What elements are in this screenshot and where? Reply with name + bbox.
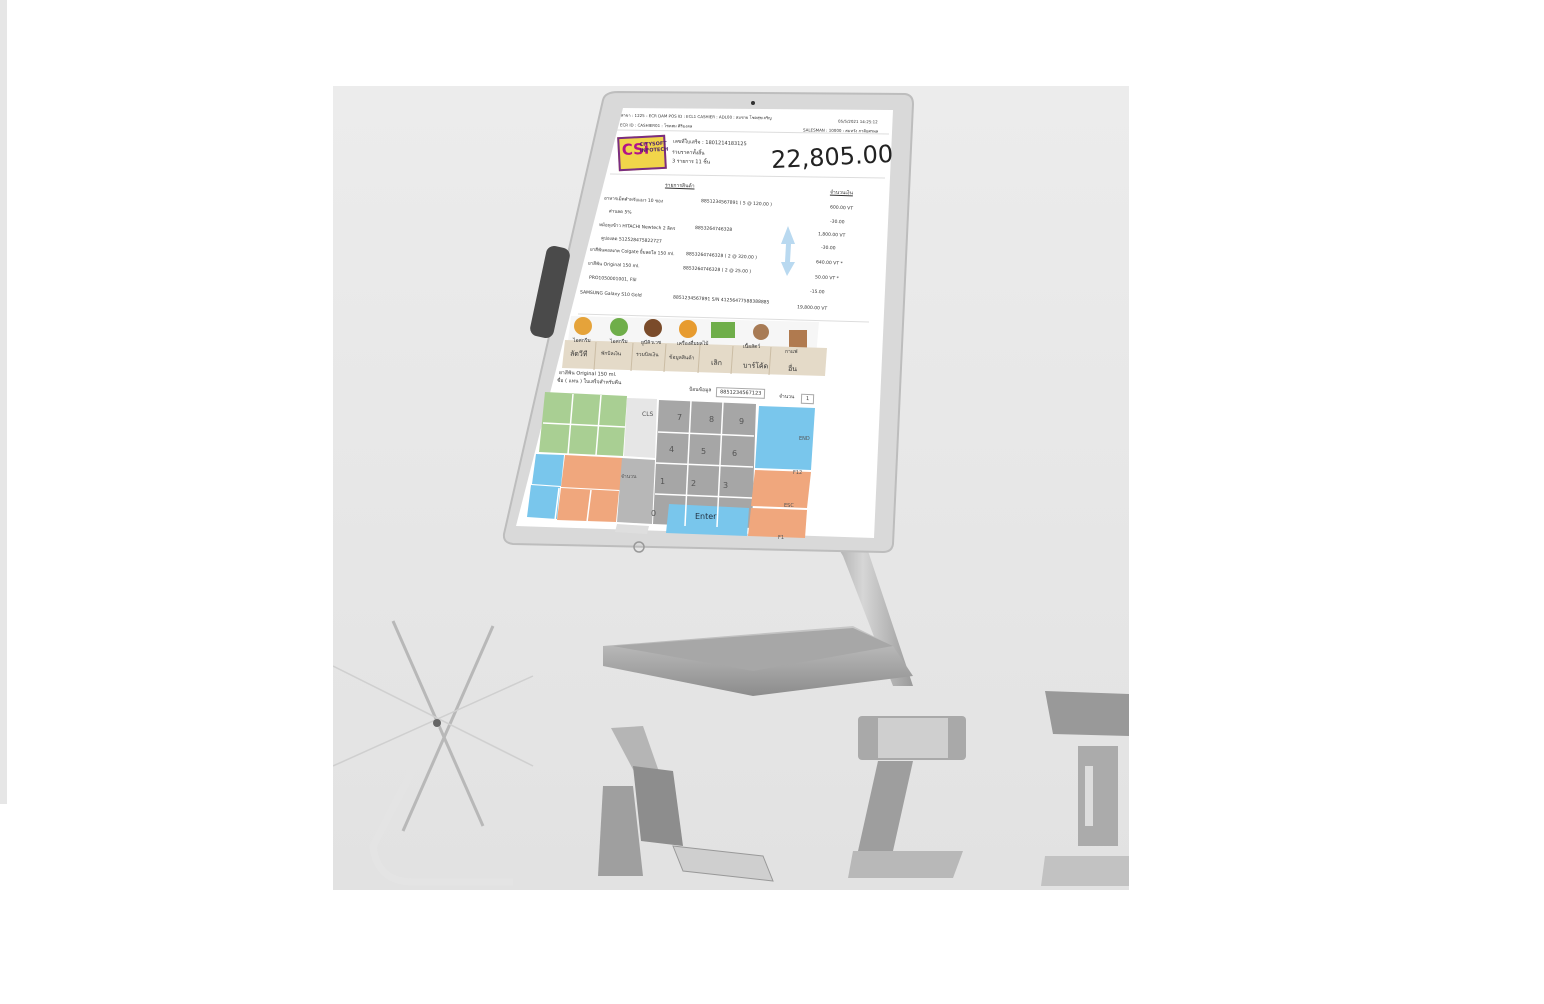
header-date: 05/5/2021 14:25:12	[837, 118, 878, 125]
line-amount: 50.00 VT *	[814, 275, 839, 282]
line-amount: 1,800.00 VT	[817, 232, 846, 239]
pos-ui: สาขา : 1225 - ECR DAM POS ID : ECL1 CASH…	[333, 86, 1129, 890]
key-esc[interactable]: ESC	[784, 503, 794, 509]
key-6[interactable]: 6	[732, 449, 737, 458]
barcode-input[interactable]: 8851234567123	[715, 387, 766, 399]
key-end[interactable]: END	[799, 436, 810, 442]
key-8[interactable]: 8	[709, 415, 714, 424]
total-label: รวมราคาทั้งสิ้น	[671, 149, 705, 157]
barcode-label: ป้อนข้อมูล	[688, 386, 712, 394]
category-item[interactable]: เนื้อสัตว์	[743, 343, 760, 351]
line-amount: 600.00 VT	[829, 205, 854, 212]
key-4[interactable]: 4	[669, 445, 674, 454]
category-item[interactable]: กาแฟ	[785, 348, 798, 356]
line-amount: -15.00	[809, 289, 825, 296]
function-button[interactable]: เลิก	[711, 358, 722, 369]
key-1[interactable]: 1	[660, 477, 665, 486]
line-amount: -30.00	[829, 219, 845, 226]
line-name[interactable]: ส่วนลด 5%	[609, 207, 632, 215]
function-button[interactable]: บาร์โค้ด	[743, 361, 768, 373]
line-code: 8851234567891 ( 5 @ 120.00 )	[700, 199, 773, 208]
key-2[interactable]: 2	[691, 479, 696, 488]
amount-header: จำนวนเงิน	[829, 189, 854, 197]
key-7[interactable]: 7	[677, 413, 682, 422]
line-name[interactable]: ยาสีฟันคอลเกต Colgate ยิ้มสดใส 150 ml.	[590, 246, 675, 257]
key-0[interactable]: 0	[651, 509, 656, 518]
selected-item-detail: ชื่อ ( แทน ) ใบเสร็จสำหรับคืน	[556, 377, 622, 387]
key-enter[interactable]: Enter	[695, 512, 716, 521]
page-left-edge	[0, 0, 7, 804]
key-clear[interactable]: CLS	[642, 411, 653, 418]
line-name[interactable]: PRO1050001001, FSI	[589, 276, 637, 283]
brand-logo: CSi CITYSOFT INFOTECH	[617, 134, 668, 172]
key-5[interactable]: 5	[701, 447, 706, 456]
category-item[interactable]: เครื่องดื่มผลไม้	[677, 340, 709, 348]
qty-label: จำนวน	[778, 393, 795, 401]
line-name[interactable]: ยาสีฟัน Original 150 ml.	[588, 260, 640, 270]
qty-input[interactable]: 1	[800, 393, 815, 405]
product-photo: สาขา : 1225 - ECR DAM POS ID : ECL1 CASH…	[333, 86, 1129, 890]
function-button[interactable]: อื่น	[788, 364, 797, 375]
line-name[interactable]: หม้อหุงข้าว HITACHI Newtech 2 ลิตร	[599, 221, 676, 232]
category-item[interactable]: ไอศกรีม	[610, 338, 628, 346]
line-amount: -30.00	[820, 245, 836, 252]
line-code: 8853264746328 ( 2 @ 25.00 )	[682, 266, 752, 275]
key-3[interactable]: 3	[723, 481, 728, 490]
header-ecr: ECR ID : CASHIER01 : โชคสม ศิริมงคล	[619, 122, 693, 129]
list-header: รายการสินค้า	[664, 182, 695, 190]
line-name[interactable]: SAMSUNG Galaxy S10 Gold	[580, 290, 642, 298]
grand-total: 22,805.00	[770, 139, 894, 175]
line-code: 8851234567891 S/N 41256477588388885	[672, 295, 770, 306]
function-button[interactable]: ข้อมูลสินค้า	[669, 354, 695, 363]
category-item[interactable]: ไอศกรีม	[573, 337, 591, 345]
function-button[interactable]: ลัดวีที	[570, 349, 588, 361]
line-code: 8853264746328	[694, 226, 733, 233]
function-button[interactable]: รวมบิลเงิน	[636, 351, 659, 360]
receipt-number: เลขที่ใบเสร็จ : 1801214183125	[672, 138, 747, 148]
item-count: 3 รายการ 11 ชิ้น	[671, 158, 711, 166]
line-code: 8853264746328 ( 2 @ 320.00 )	[685, 252, 758, 261]
line-amount: 19,800.00 VT	[796, 305, 828, 312]
key-f1[interactable]: F1	[778, 535, 784, 541]
key-f12[interactable]: F12	[793, 470, 802, 476]
line-amount: 640.00 VT *	[815, 260, 843, 267]
category-item[interactable]: ยูบีคิวเวช	[641, 339, 661, 347]
line-name[interactable]: คูปองลด 512528475822727	[601, 234, 662, 244]
header-info: สาขา : 1225 - ECR DAM POS ID : ECL1 CASH…	[620, 112, 772, 121]
key-9[interactable]: 9	[739, 417, 744, 426]
header-salesman: SALESMAN : 10000 : สมหวัง ภาคิยศรพล	[802, 127, 879, 134]
key-quantity[interactable]: จำนวน	[621, 473, 636, 481]
function-button[interactable]: พักบิลเงิน	[601, 350, 621, 359]
line-name[interactable]: อาหารเม็ดสำหรับแมว 10 ซอง	[604, 194, 663, 204]
